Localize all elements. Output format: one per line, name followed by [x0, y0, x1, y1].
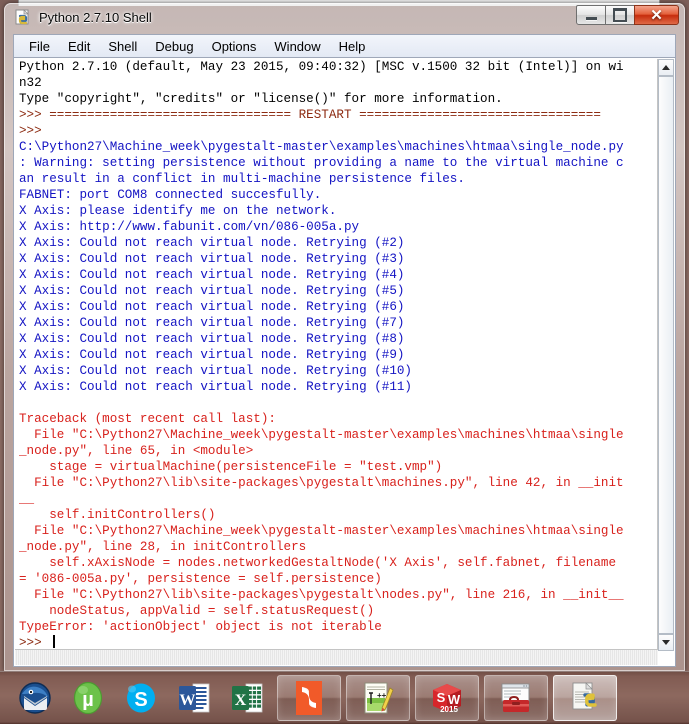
arrow-down-glyph	[662, 640, 670, 645]
svg-text:2015: 2015	[440, 705, 458, 714]
skype-icon[interactable]: S	[118, 676, 164, 720]
shell-line: X Axis: Could not reach virtual node. Re…	[19, 300, 405, 314]
shell-line: X Axis: Could not reach virtual node. Re…	[19, 380, 412, 394]
menu-item-debug[interactable]: Debug	[146, 37, 202, 56]
toolbox-task[interactable]	[484, 675, 548, 721]
shell-line: nodeStatus, appValid = self.statusReques…	[19, 604, 375, 618]
vertical-scrollbar-thumb[interactable]	[658, 76, 674, 634]
svg-text:S: S	[437, 690, 446, 705]
shell-line: = '086-005a.py', persistence = self.pers…	[19, 572, 382, 586]
shell-line: an result in a conflict in multi-machine…	[19, 172, 465, 186]
shell-line: TypeError: 'actionObject' object is not …	[19, 620, 382, 634]
shell-line: >>>	[19, 124, 50, 138]
python-shell-window: Python 2.7.10 Shell ✕ File Edit Shell De…	[4, 3, 685, 671]
shell-line: Traceback (most recent call last):	[19, 412, 276, 426]
shell-line: X Axis: Could not reach virtual node. Re…	[19, 316, 405, 330]
menu-item-file[interactable]: File	[20, 37, 59, 56]
minimize-button[interactable]	[576, 5, 606, 25]
scroll-down-arrow-icon[interactable]	[658, 634, 674, 651]
notepadpp-task[interactable]: ++	[346, 675, 410, 721]
vertical-scrollbar[interactable]	[657, 59, 674, 651]
maximize-icon	[606, 6, 634, 24]
text-caret	[53, 635, 56, 648]
shell-line: self.xAxisNode = nodes.networkedGestaltN…	[19, 556, 617, 570]
shell-line: _node.py", line 65, in <module>	[19, 444, 254, 458]
taskbar: µ S W X ++ S W 2015	[0, 671, 689, 724]
shell-line: X Axis: Could not reach virtual node. Re…	[19, 252, 405, 266]
svg-text:++: ++	[377, 691, 387, 700]
shell-line: __	[19, 492, 35, 506]
shell-line: FABNET: port COM8 connected succesfully.	[19, 188, 322, 202]
shell-line: Python 2.7.10 (default, May 23 2015, 09:…	[19, 60, 624, 74]
shell-line: File "C:\Python27\Machine_week\pygestalt…	[19, 428, 624, 442]
svg-text:µ: µ	[82, 689, 94, 711]
shell-line: File "C:\Python27\lib\site-packages\pyge…	[19, 476, 624, 490]
shell-line: >>> ================================ RES…	[19, 108, 601, 122]
solidworks-task[interactable]: S W 2015	[415, 675, 479, 721]
scroll-up-arrow-icon[interactable]	[658, 59, 674, 76]
shell-line: n32	[19, 76, 42, 90]
shell-line: X Axis: Could not reach virtual node. Re…	[19, 364, 412, 378]
svg-text:W: W	[180, 692, 196, 709]
thunderbird-icon[interactable]	[12, 676, 58, 720]
menu-item-help[interactable]: Help	[330, 37, 375, 56]
shell-line: X Axis: Could not reach virtual node. Re…	[19, 236, 405, 250]
menu-item-shell[interactable]: Shell	[99, 37, 146, 56]
nitro-pdf-task[interactable]	[277, 675, 341, 721]
python-shell-task[interactable]	[553, 675, 617, 721]
python-idle-icon	[15, 9, 32, 26]
word-icon[interactable]: W	[171, 676, 217, 720]
shell-line: stage = virtualMachine(persistenceFile =…	[19, 460, 443, 474]
shell-line: X Axis: Could not reach virtual node. Re…	[19, 348, 405, 362]
arrow-up-glyph	[662, 65, 670, 70]
shell-output[interactable]: Python 2.7.10 (default, May 23 2015, 09:…	[19, 59, 657, 651]
shell-line: Type "copyright", "credits" or "license(…	[19, 92, 503, 106]
desktop: Python 2.7.10 Shell ✕ File Edit Shell De…	[0, 0, 689, 724]
svg-text:X: X	[235, 692, 247, 709]
excel-icon[interactable]: X	[224, 676, 270, 720]
shell-prompt: >>>	[19, 636, 50, 650]
title-bar[interactable]: Python 2.7.10 Shell ✕	[4, 3, 685, 33]
shell-line: _node.py", line 28, in initControllers	[19, 540, 307, 554]
shell-line: X Axis: please identify me on the networ…	[19, 204, 337, 218]
menu-item-options[interactable]: Options	[203, 37, 266, 56]
shell-line: : Warning: setting persistence without p…	[19, 156, 624, 170]
window-title: Python 2.7.10 Shell	[39, 10, 152, 25]
minimize-icon	[577, 6, 605, 24]
shell-line: X Axis: Could not reach virtual node. Re…	[19, 284, 405, 298]
shell-line: File "C:\Python27\Machine_week\pygestalt…	[19, 524, 624, 538]
menu-item-window[interactable]: Window	[265, 37, 329, 56]
utorrent-icon[interactable]: µ	[65, 676, 111, 720]
shell-line: X Axis: Could not reach virtual node. Re…	[19, 332, 405, 346]
maximize-button[interactable]	[605, 5, 635, 25]
close-button[interactable]: ✕	[634, 5, 679, 25]
menu-bar: File Edit Shell Debug Options Window Hel…	[13, 34, 676, 57]
shell-line	[19, 395, 657, 411]
shell-line: X Axis: http://www.fabunit.com/vn/086-00…	[19, 220, 360, 234]
close-icon: ✕	[650, 7, 663, 24]
horizontal-scrollbar[interactable]	[15, 649, 658, 665]
vertical-scrollbar-track[interactable]	[658, 76, 674, 634]
shell-line: X Axis: Could not reach virtual node. Re…	[19, 268, 405, 282]
shell-line: self.initControllers()	[19, 508, 216, 522]
svg-text:S: S	[134, 689, 147, 711]
shell-line: File "C:\Python27\lib\site-packages\pyge…	[19, 588, 624, 602]
shell-line: C:\Python27\Machine_week\pygestalt-maste…	[19, 140, 624, 154]
shell-text-area[interactable]: Python 2.7.10 (default, May 23 2015, 09:…	[13, 57, 676, 667]
menu-item-edit[interactable]: Edit	[59, 37, 99, 56]
